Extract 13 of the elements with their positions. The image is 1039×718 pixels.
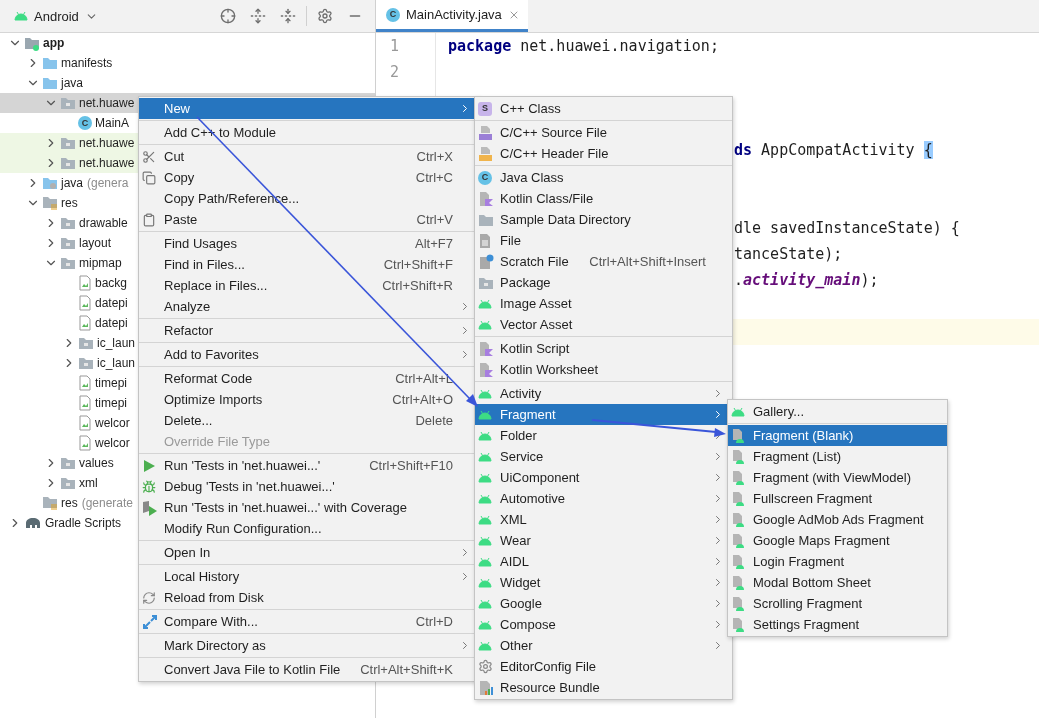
code-text: tanceState);	[734, 245, 843, 263]
class-icon: C	[478, 170, 492, 185]
code-text: dle savedInstanceState) {	[734, 219, 960, 237]
code-text: package net.huawei.navigation;	[448, 37, 719, 55]
tree-item-note: (generate	[81, 496, 134, 510]
line-number: 2	[390, 63, 400, 81]
class-icon: C	[386, 7, 400, 22]
class-icon: S	[478, 101, 492, 116]
class-icon: C	[78, 116, 92, 130]
code-text: .activity_main);	[734, 271, 879, 289]
line-number: 1	[390, 37, 400, 55]
code-text: ds AppCompatActivity {	[734, 141, 933, 159]
tree-item-note: (genera	[87, 176, 129, 190]
